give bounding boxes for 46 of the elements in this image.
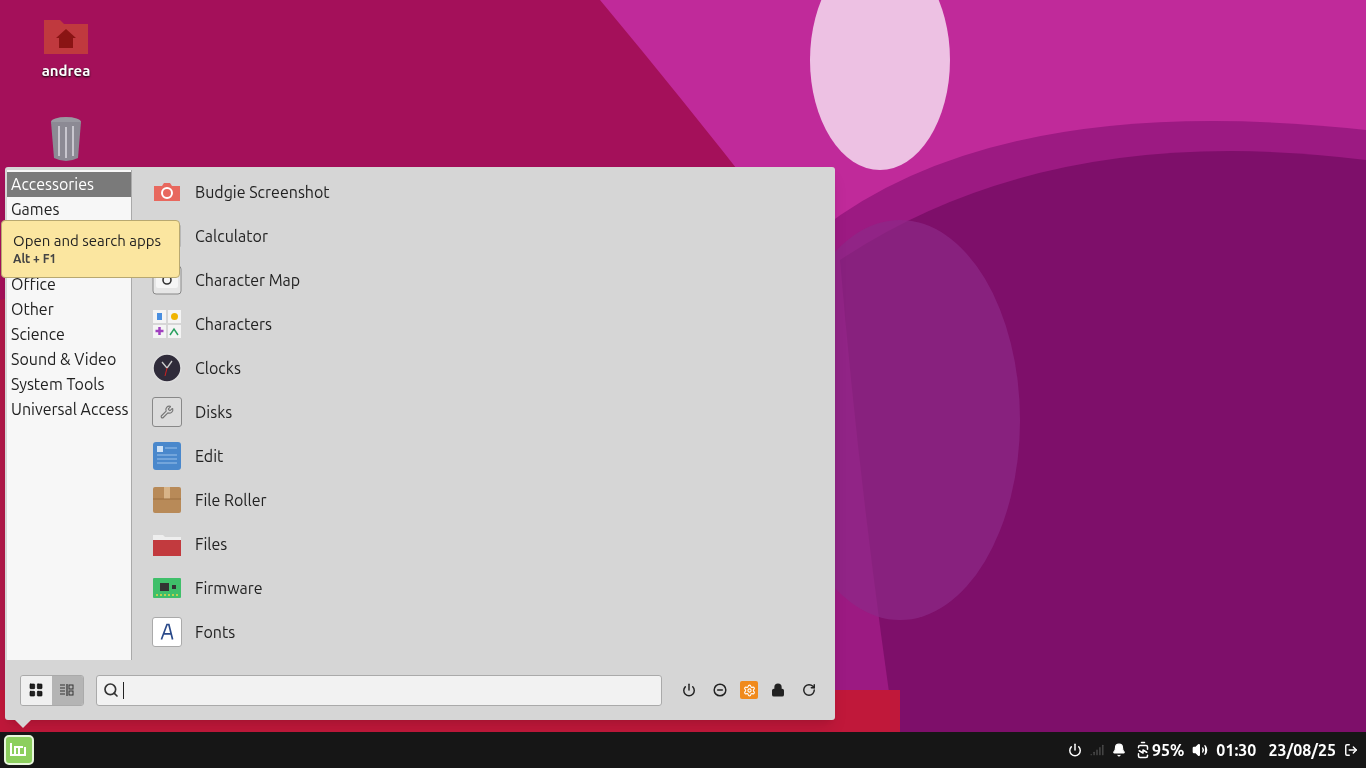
- signal-icon: [1089, 743, 1104, 757]
- symbols-icon: [152, 309, 182, 339]
- app-item[interactable]: Clocks: [152, 346, 835, 390]
- icon-label: andrea: [41, 61, 91, 81]
- app-item[interactable]: Firmware: [152, 566, 835, 610]
- view-toggle[interactable]: [21, 675, 52, 705]
- app-item[interactable]: Edit: [152, 434, 835, 478]
- bell-icon: [1111, 743, 1126, 757]
- box-icon: [152, 485, 182, 515]
- app-item[interactable]: Fonts: [152, 610, 835, 654]
- power-icon: [682, 683, 696, 697]
- tooltip-shortcut: Alt + F1: [13, 251, 58, 267]
- document-icon: [152, 441, 182, 471]
- minus-circle-icon: [713, 683, 727, 697]
- leaf-logo-icon: [9, 741, 29, 759]
- volume-icon: [1192, 742, 1209, 758]
- category-item[interactable]: Universal Access: [7, 397, 131, 422]
- circle-arrow-icon: [802, 683, 816, 697]
- category-item[interactable]: Accessories: [7, 172, 131, 197]
- tooltip-text: Open and search apps: [13, 231, 163, 251]
- category-item[interactable]: System Tools: [7, 372, 131, 397]
- exit-icon: [1344, 743, 1358, 757]
- app-item[interactable]: Budgie Screenshot: [152, 170, 835, 214]
- grid-icon: [28, 682, 45, 698]
- app-item[interactable]: Characters: [152, 302, 835, 346]
- gear-icon: [742, 683, 756, 697]
- search-field[interactable]: [95, 674, 662, 706]
- lock-icon: [771, 683, 785, 697]
- category-item[interactable]: Science: [7, 322, 131, 347]
- category-item[interactable]: Other: [7, 297, 131, 322]
- trash-icon: [49, 116, 83, 162]
- clock-time: 01:30: [1216, 740, 1257, 761]
- category-item[interactable]: Games: [7, 197, 131, 222]
- font-icon: [152, 617, 182, 647]
- search-icon: [102, 682, 119, 698]
- clock-icon: [152, 353, 182, 383]
- category-item[interactable]: Sound & Video: [7, 347, 131, 372]
- app-item[interactable]: File Roller: [152, 478, 835, 522]
- clock-date: 23/08/25: [1268, 740, 1336, 761]
- view-toggle[interactable]: [51, 675, 83, 705]
- start-button[interactable]: [4, 735, 34, 765]
- app-item[interactable]: Files: [152, 522, 835, 566]
- power-icon: [1067, 743, 1082, 757]
- app-item[interactable]: Disks: [152, 390, 835, 434]
- battery-level: 95%: [1151, 740, 1185, 761]
- list-icon: [59, 682, 76, 698]
